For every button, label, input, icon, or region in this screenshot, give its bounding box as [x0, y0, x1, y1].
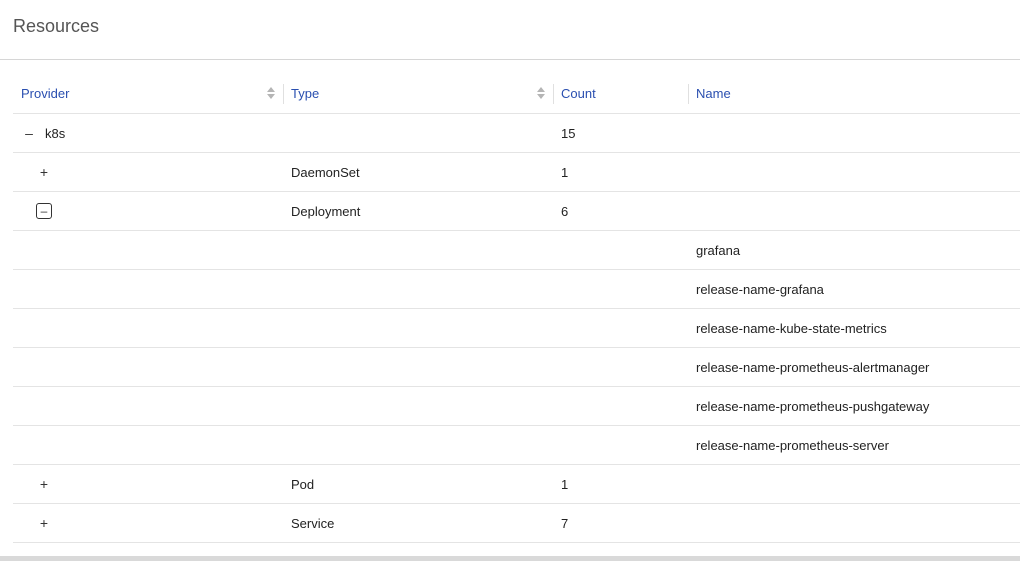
column-header-count: Count	[553, 74, 688, 114]
provider-cell: –	[13, 192, 283, 231]
resource-name: release-name-kube-state-metrics	[696, 320, 887, 336]
count-cell: 6	[561, 203, 569, 219]
resource-name: release-name-prometheus-pushgateway	[696, 398, 930, 414]
count-cell: 1	[561, 164, 569, 180]
table-row-resource: release-name-prometheus-server	[13, 426, 1020, 465]
type-cell: Pod	[291, 476, 315, 492]
expand-icon[interactable]: +	[36, 164, 52, 180]
table-header: Provider Type Count Name	[13, 74, 1020, 114]
table-row-type: + Pod 1	[13, 465, 1020, 504]
column-header-label: Name	[696, 86, 731, 101]
table-row-resource: release-name-grafana	[13, 270, 1020, 309]
column-header-label: Type	[291, 86, 320, 101]
provider-cell: – k8s	[13, 114, 283, 153]
table-row-resource: release-name-prometheus-pushgateway	[13, 387, 1020, 426]
resources-panel: Resources Provider Type Count Name – k8s	[0, 0, 1020, 561]
horizontal-scrollbar[interactable]	[0, 556, 1020, 561]
provider-name: k8s	[45, 125, 66, 141]
resource-name: release-name-prometheus-alertmanager	[696, 359, 930, 375]
column-header-label: Provider	[21, 86, 70, 101]
count-cell: 1	[561, 476, 569, 492]
table-row-type: – Deployment 6	[13, 192, 1020, 231]
sort-icon[interactable]	[537, 86, 545, 101]
resource-name: grafana	[696, 242, 741, 258]
provider-cell: +	[13, 153, 283, 192]
resource-name: release-name-prometheus-server	[696, 437, 889, 453]
resources-table: Provider Type Count Name – k8s 15 + Daem…	[13, 74, 1020, 543]
type-cell: DaemonSet	[291, 164, 360, 180]
name-cell	[688, 504, 1020, 543]
table-row-provider: – k8s 15	[13, 114, 1020, 153]
collapse-icon[interactable]: –	[36, 203, 52, 219]
column-header-label: Count	[561, 86, 596, 101]
collapse-icon[interactable]: –	[21, 125, 37, 141]
name-cell	[688, 153, 1020, 192]
panel-header: Resources	[0, 0, 1020, 60]
table-row-resource: grafana	[13, 231, 1020, 270]
count-cell: 7	[561, 515, 569, 531]
name-cell	[688, 114, 1020, 153]
expand-icon[interactable]: +	[36, 515, 52, 531]
table-row-type: + Service 7	[13, 504, 1020, 543]
expand-icon[interactable]: +	[36, 476, 52, 492]
provider-cell: +	[13, 504, 283, 543]
type-cell: Service	[291, 515, 335, 531]
panel-title: Resources	[13, 16, 100, 36]
name-cell	[688, 192, 1020, 231]
table-row-resource: release-name-kube-state-metrics	[13, 309, 1020, 348]
type-cell: Deployment	[291, 203, 361, 219]
table-row-type: + DaemonSet 1	[13, 153, 1020, 192]
column-header-type[interactable]: Type	[283, 74, 553, 114]
sort-icon[interactable]	[267, 86, 275, 101]
column-header-provider[interactable]: Provider	[13, 74, 283, 114]
column-header-name: Name	[688, 74, 1020, 114]
provider-cell: +	[13, 465, 283, 504]
resource-name: release-name-grafana	[696, 281, 824, 297]
name-cell	[688, 465, 1020, 504]
count-cell: 15	[561, 125, 576, 141]
type-cell	[283, 114, 553, 153]
table-row-resource: release-name-prometheus-alertmanager	[13, 348, 1020, 387]
